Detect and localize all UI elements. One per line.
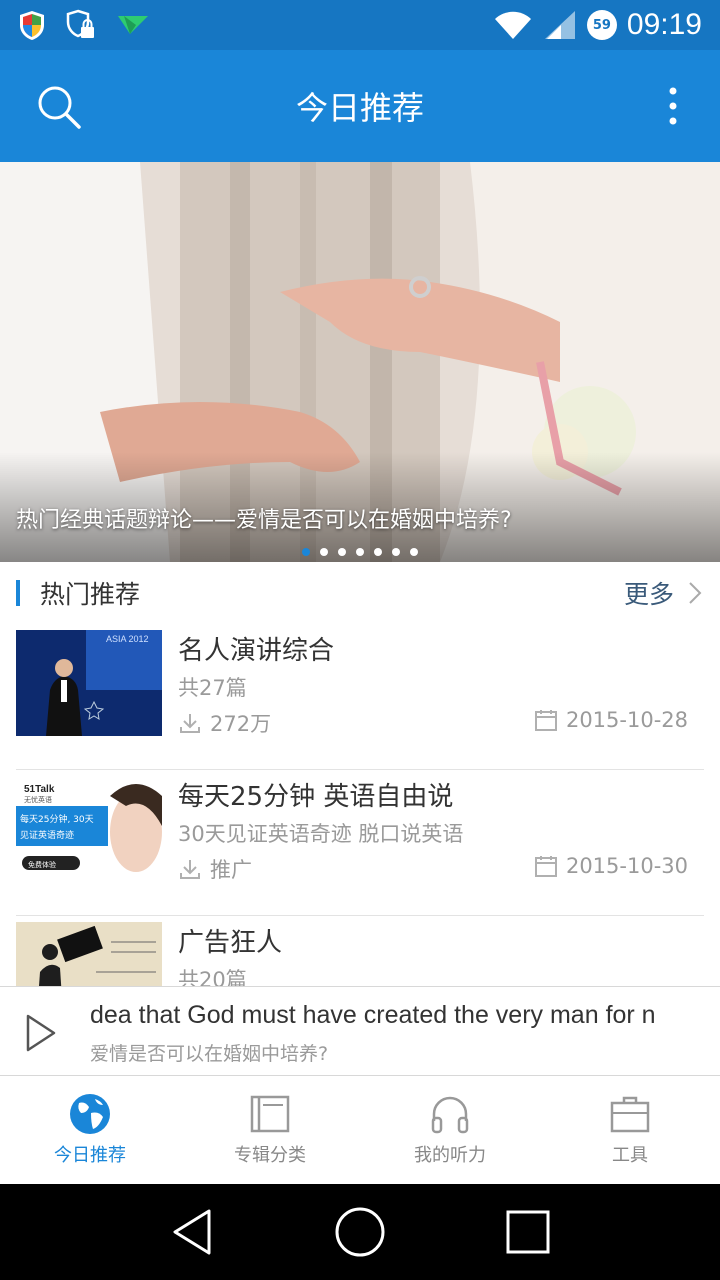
- item-thumbnail: ASIA 2012: [16, 630, 162, 736]
- send-icon: [118, 16, 148, 34]
- list-item[interactable]: ASIA 2012 名人演讲综合 共27篇 272万 2015-10-28: [16, 624, 704, 770]
- pagination-dot[interactable]: [374, 548, 382, 556]
- mini-player[interactable]: dea that God must have created the very …: [0, 986, 720, 1076]
- shield-icon: [20, 11, 44, 40]
- pagination-dot[interactable]: [356, 548, 364, 556]
- download-icon: [180, 860, 200, 879]
- more-button[interactable]: 更多: [624, 575, 702, 611]
- ad-brand: 51Talk: [24, 784, 55, 795]
- battery-indicator: 59: [586, 10, 617, 40]
- item-title: 名人演讲综合: [178, 636, 335, 666]
- pagination-dot[interactable]: [302, 548, 310, 556]
- status-time: 09:19: [626, 8, 702, 41]
- pagination-dot[interactable]: [320, 548, 328, 556]
- section-title: 热门推荐: [40, 580, 141, 609]
- security-lock-icon: [66, 9, 94, 38]
- back-icon[interactable]: [169, 1207, 215, 1257]
- pagination-dot[interactable]: [338, 548, 346, 556]
- toolbox-icon: [610, 1096, 650, 1133]
- signal-icon: [544, 11, 575, 39]
- calendar-icon: [534, 856, 557, 877]
- tab-today[interactable]: 今日推荐: [0, 1076, 180, 1184]
- item-thumbnail: 51Talk 无忧英语 每天25分钟, 30天 见证英语奇迹 免费体验: [16, 776, 162, 882]
- tab-albums[interactable]: 专辑分类: [180, 1076, 360, 1184]
- calendar-icon: [534, 710, 557, 731]
- item-downloads: 272万: [178, 708, 271, 738]
- section-accent-bar: [16, 580, 20, 606]
- recommendation-list: ASIA 2012 名人演讲综合 共27篇 272万 2015-10-28 51…: [0, 624, 720, 986]
- banner-pagination: [0, 548, 720, 556]
- item-subtitle: 共20篇: [178, 968, 247, 986]
- item-date: 2015-10-28: [534, 708, 688, 732]
- svg-text:ASIA 2012: ASIA 2012: [106, 634, 149, 644]
- download-icon: [180, 714, 200, 733]
- item-subtitle: 共27篇: [178, 676, 247, 700]
- album-icon: [250, 1095, 290, 1133]
- page-title: 今日推荐: [295, 89, 424, 127]
- ad-line-2: 见证英语奇迹: [20, 829, 74, 841]
- tab-tools[interactable]: 工具: [540, 1076, 720, 1184]
- status-bar: 59 09:19: [0, 0, 720, 50]
- recents-icon[interactable]: [505, 1209, 551, 1255]
- system-nav-bar: [0, 1184, 720, 1280]
- search-icon[interactable]: [36, 84, 82, 130]
- ad-cta: 免费体验: [28, 860, 56, 869]
- app-bar: 今日推荐: [0, 50, 720, 162]
- headphones-icon: [431, 1096, 469, 1134]
- wifi-icon: [494, 11, 531, 39]
- more-label: 更多: [623, 580, 674, 609]
- player-track-title: 爱情是否可以在婚姻中培养?: [90, 1043, 329, 1065]
- tab-my-listening[interactable]: 我的听力: [360, 1076, 540, 1184]
- home-icon[interactable]: [334, 1206, 386, 1258]
- globe-icon: [70, 1094, 110, 1134]
- item-title: 每天25分钟 英语自由说: [178, 782, 454, 812]
- chevron-right-icon: [689, 582, 702, 604]
- play-icon[interactable]: [24, 1013, 58, 1053]
- item-date: 2015-10-30: [534, 854, 688, 878]
- pagination-dot[interactable]: [410, 548, 418, 556]
- item-subtitle: 30天见证英语奇迹 脱口说英语: [178, 822, 464, 846]
- pagination-dot[interactable]: [392, 548, 400, 556]
- item-title: 广告狂人: [178, 928, 283, 958]
- ad-line-1: 每天25分钟, 30天: [20, 813, 94, 825]
- item-thumbnail: [16, 922, 162, 986]
- banner-caption: 热门经典话题辩论——爱情是否可以在婚姻中培养?: [16, 508, 512, 533]
- item-downloads: 推广: [178, 854, 252, 884]
- list-item[interactable]: 51Talk 无忧英语 每天25分钟, 30天 见证英语奇迹 免费体验 每天25…: [16, 770, 704, 916]
- player-lyric: dea that God must have created the very …: [90, 1001, 656, 1029]
- section-header: 热门推荐 更多: [0, 562, 720, 624]
- featured-banner[interactable]: 热门经典话题辩论——爱情是否可以在婚姻中培养?: [0, 162, 720, 562]
- list-item[interactable]: 广告狂人 共20篇: [16, 916, 704, 986]
- more-options-icon[interactable]: [666, 86, 680, 126]
- ad-brand-sub: 无忧英语: [24, 795, 52, 804]
- bottom-tab-bar: 今日推荐 专辑分类 我的听力 工具: [0, 1076, 720, 1184]
